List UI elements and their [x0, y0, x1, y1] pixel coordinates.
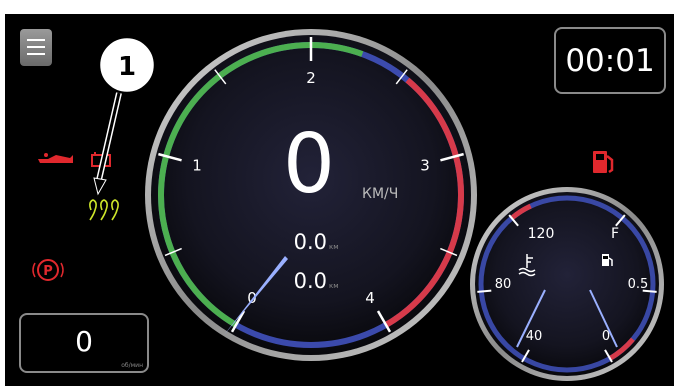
speed-label-3: 3 [420, 156, 430, 174]
trip-b-unit: км [329, 282, 339, 290]
small-gauge-tick [477, 289, 492, 293]
trip-a-unit: км [329, 243, 339, 251]
speed-label-2: 2 [306, 69, 316, 87]
speed-unit: КМ/Ч [362, 186, 398, 202]
speed-label-1: 1 [192, 156, 202, 174]
temp-fuel-gauge: 120 80 40 F 0.5 0 [470, 187, 664, 381]
speedometer: 0 1 2 3 4 0 КМ/Ч 0.0 км 0.0 км [145, 29, 477, 361]
oil-pressure-icon [38, 153, 73, 163]
callout-annotation: 1 [93, 35, 157, 196]
glow-plug-icon [89, 199, 119, 221]
fuel-pump-icon [593, 151, 614, 174]
speed-label-4: 4 [365, 289, 375, 307]
parking-brake-icon: P [32, 259, 64, 281]
speed-value: 0 [283, 117, 335, 212]
dashboard-screen: 00:01 0 об/мин 0 1 2 3 4 0 КМ/Ч 0.0 км 0… [5, 14, 674, 386]
fuel-label-half: 0.5 [628, 277, 649, 292]
temp-label-80: 80 [495, 277, 512, 292]
callout-number: 1 [118, 52, 136, 82]
callout-arrowhead [93, 177, 107, 196]
fuel-label-full: F [611, 226, 619, 242]
trip-a-value: 0.0 [294, 230, 327, 254]
temp-label-40: 40 [526, 329, 543, 344]
trip-b-value: 0.0 [294, 269, 327, 293]
temp-label-120: 120 [528, 226, 555, 242]
gauges-svg: 0 1 2 3 4 0 КМ/Ч 0.0 км 0.0 км 120 80 40… [32, 29, 664, 381]
svg-text:P: P [43, 264, 53, 279]
